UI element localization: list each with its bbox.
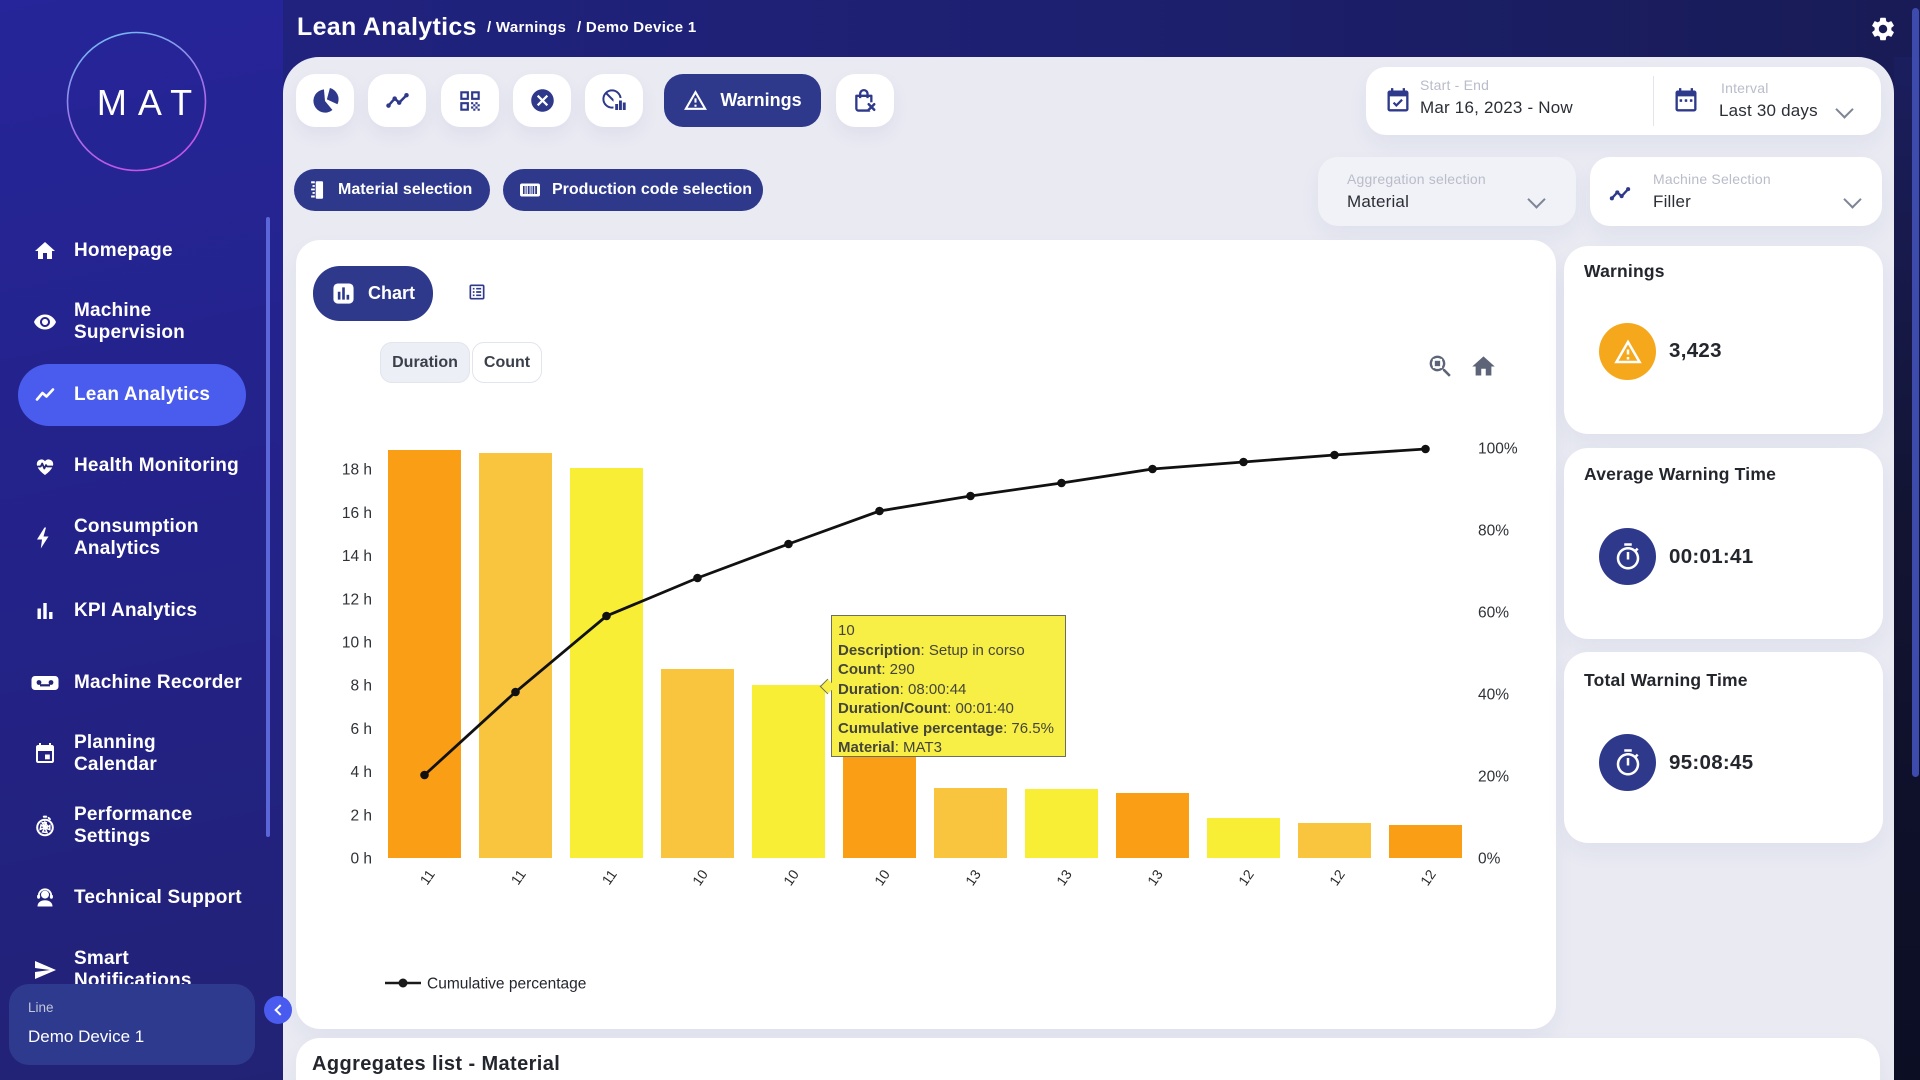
svg-text:10: 10 [780, 866, 802, 888]
svg-text:16 h: 16 h [342, 505, 372, 522]
svg-text:Cumulative percentage: Cumulative percentage [427, 976, 586, 993]
svg-text:10: 10 [871, 866, 893, 888]
svg-text:6 h: 6 h [350, 721, 372, 738]
svg-text:2 h: 2 h [350, 807, 372, 824]
svg-text:12: 12 [1235, 866, 1257, 888]
svg-text:4 h: 4 h [350, 764, 372, 781]
svg-text:11: 11 [599, 866, 621, 887]
svg-text:12 h: 12 h [342, 591, 372, 608]
svg-text:12: 12 [1417, 866, 1439, 888]
svg-text:10 h: 10 h [342, 635, 372, 652]
svg-text:14 h: 14 h [342, 548, 372, 565]
svg-text:20%: 20% [1478, 769, 1509, 786]
svg-text:13: 13 [962, 866, 984, 888]
svg-text:10: 10 [689, 866, 711, 888]
svg-text:80%: 80% [1478, 523, 1509, 540]
svg-text:8 h: 8 h [350, 678, 372, 695]
svg-text:12: 12 [1326, 866, 1348, 888]
svg-text:100%: 100% [1478, 441, 1518, 458]
svg-text:40%: 40% [1478, 687, 1509, 704]
svg-text:0 h: 0 h [350, 851, 372, 868]
svg-text:60%: 60% [1478, 605, 1509, 622]
svg-text:18 h: 18 h [342, 462, 372, 479]
svg-text:0%: 0% [1478, 851, 1501, 868]
svg-text:11: 11 [508, 866, 530, 887]
svg-text:13: 13 [1144, 866, 1166, 888]
svg-text:13: 13 [1053, 866, 1075, 888]
svg-text:11: 11 [417, 866, 439, 887]
